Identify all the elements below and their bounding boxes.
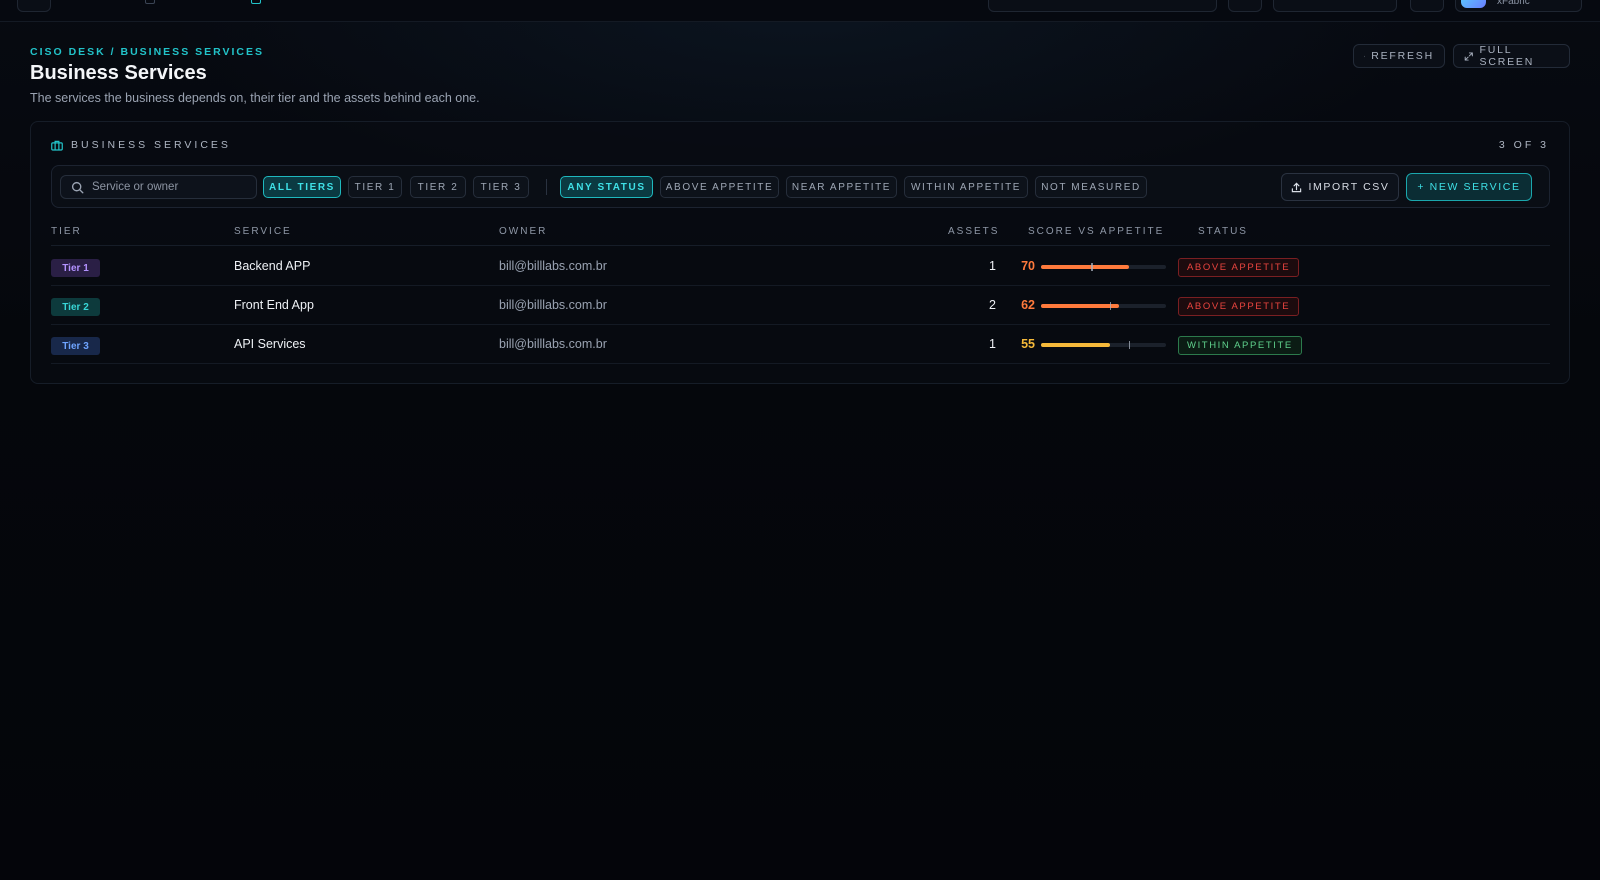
user-label: xFabric bbox=[1497, 0, 1530, 7]
score-bar-fill bbox=[1041, 265, 1129, 269]
table-row[interactable]: Tier 2 Front End App bill@billlabs.com.b… bbox=[51, 286, 1550, 325]
import-csv-button[interactable]: IMPORT CSV bbox=[1281, 173, 1399, 201]
page-title: Business Services bbox=[30, 62, 207, 84]
score-value: 70 bbox=[1021, 259, 1035, 273]
chip-all-tiers[interactable]: ALL TIERS bbox=[263, 176, 341, 198]
appetite-marker bbox=[1109, 302, 1112, 310]
service-name[interactable]: Front End App bbox=[234, 298, 314, 312]
environment-selector[interactable] bbox=[1273, 0, 1397, 12]
tier-badge: Tier 2 bbox=[51, 298, 100, 316]
chip-not-measured[interactable]: NOT MEASURED bbox=[1035, 176, 1147, 198]
service-name[interactable]: Backend APP bbox=[234, 259, 310, 273]
top-bar: xFabric bbox=[0, 0, 1600, 22]
chip-any-status[interactable]: ANY STATUS bbox=[560, 176, 653, 198]
asset-count[interactable]: 1 bbox=[951, 337, 996, 351]
service-name[interactable]: API Services bbox=[234, 337, 306, 351]
menu-button[interactable] bbox=[17, 0, 51, 12]
upload-icon bbox=[1291, 182, 1301, 192]
asset-count[interactable]: 1 bbox=[951, 259, 996, 273]
score-bar bbox=[1041, 341, 1166, 349]
score-value: 55 bbox=[1021, 337, 1035, 351]
tier-badge: Tier 3 bbox=[51, 337, 100, 355]
full-screen-button[interactable]: FULL SCREEN bbox=[1453, 44, 1570, 68]
asset-count[interactable]: 2 bbox=[951, 298, 996, 312]
col-service[interactable]: SERVICE bbox=[234, 226, 292, 237]
score-bar-fill bbox=[1041, 304, 1119, 308]
new-service-button[interactable]: + NEW SERVICE bbox=[1406, 173, 1532, 201]
col-assets[interactable]: ASSETS bbox=[948, 226, 997, 237]
expand-icon bbox=[1464, 51, 1473, 61]
business-services-panel: BUSINESS SERVICES 3 OF 3 ALL TIERS TIER … bbox=[30, 121, 1570, 384]
result-count: 3 OF 3 bbox=[1498, 139, 1549, 151]
owner-email: bill@billlabs.com.br bbox=[499, 259, 607, 273]
chip-tier-3[interactable]: TIER 3 bbox=[473, 176, 529, 198]
import-csv-label: IMPORT CSV bbox=[1308, 181, 1390, 193]
status-badge: WITHIN APPETITE bbox=[1178, 336, 1302, 355]
table-row[interactable]: Tier 3 API Services bill@billlabs.com.br… bbox=[51, 325, 1550, 364]
search-icon bbox=[71, 181, 84, 193]
table-row[interactable]: Tier 1 Backend APP bill@billlabs.com.br … bbox=[51, 247, 1550, 286]
chip-near-appetite[interactable]: NEAR APPETITE bbox=[786, 176, 897, 198]
col-owner[interactable]: OWNER bbox=[499, 226, 547, 237]
refresh-button[interactable]: REFRESH bbox=[1353, 44, 1445, 68]
history-button[interactable] bbox=[1228, 0, 1262, 12]
tier-badge: Tier 1 bbox=[51, 259, 100, 277]
status-badge: ABOVE APPETITE bbox=[1178, 258, 1300, 277]
refresh-icon bbox=[1364, 55, 1366, 57]
chip-above-appetite[interactable]: ABOVE APPETITE bbox=[660, 176, 779, 198]
panel-title: BUSINESS SERVICES bbox=[71, 139, 231, 151]
filter-bar: ALL TIERS TIER 1 TIER 2 TIER 3 ANY STATU… bbox=[51, 165, 1550, 208]
chip-within-appetite[interactable]: WITHIN APPETITE bbox=[904, 176, 1028, 198]
score-bar-fill bbox=[1041, 343, 1110, 347]
refresh-label: REFRESH bbox=[1371, 50, 1434, 62]
notifications-button[interactable] bbox=[1410, 0, 1444, 12]
nav-icon[interactable] bbox=[145, 0, 155, 4]
page-subtitle: The services the business depends on, th… bbox=[30, 91, 480, 105]
status-badge: ABOVE APPETITE bbox=[1178, 297, 1300, 316]
col-tier[interactable]: TIER bbox=[51, 226, 82, 237]
nav-icon-active[interactable] bbox=[251, 0, 261, 4]
search-input[interactable] bbox=[92, 181, 242, 193]
owner-email: bill@billlabs.com.br bbox=[499, 298, 607, 312]
col-status[interactable]: STATUS bbox=[1198, 226, 1248, 237]
owner-email: bill@billlabs.com.br bbox=[499, 337, 607, 351]
table-header: TIER SERVICE OWNER ASSETS SCORE VS APPET… bbox=[51, 221, 1550, 246]
briefcase-icon bbox=[51, 140, 63, 151]
appetite-marker bbox=[1091, 263, 1093, 271]
score-value: 62 bbox=[1021, 298, 1035, 312]
chip-tier-1[interactable]: TIER 1 bbox=[348, 176, 402, 198]
global-search-input[interactable] bbox=[988, 0, 1217, 12]
breadcrumb[interactable]: CISO DESK / BUSINESS SERVICES bbox=[30, 46, 264, 58]
panel-header: BUSINESS SERVICES bbox=[51, 139, 231, 151]
filter-divider bbox=[546, 179, 547, 195]
col-score-vs-appetite[interactable]: SCORE VS APPETITE bbox=[1028, 226, 1164, 237]
score-bar bbox=[1041, 302, 1166, 310]
score-bar bbox=[1041, 263, 1166, 271]
search-field[interactable] bbox=[60, 175, 257, 199]
chip-tier-2[interactable]: TIER 2 bbox=[410, 176, 466, 198]
appetite-marker bbox=[1128, 341, 1130, 349]
avatar bbox=[1461, 0, 1486, 8]
full-screen-label: FULL SCREEN bbox=[1479, 44, 1535, 68]
